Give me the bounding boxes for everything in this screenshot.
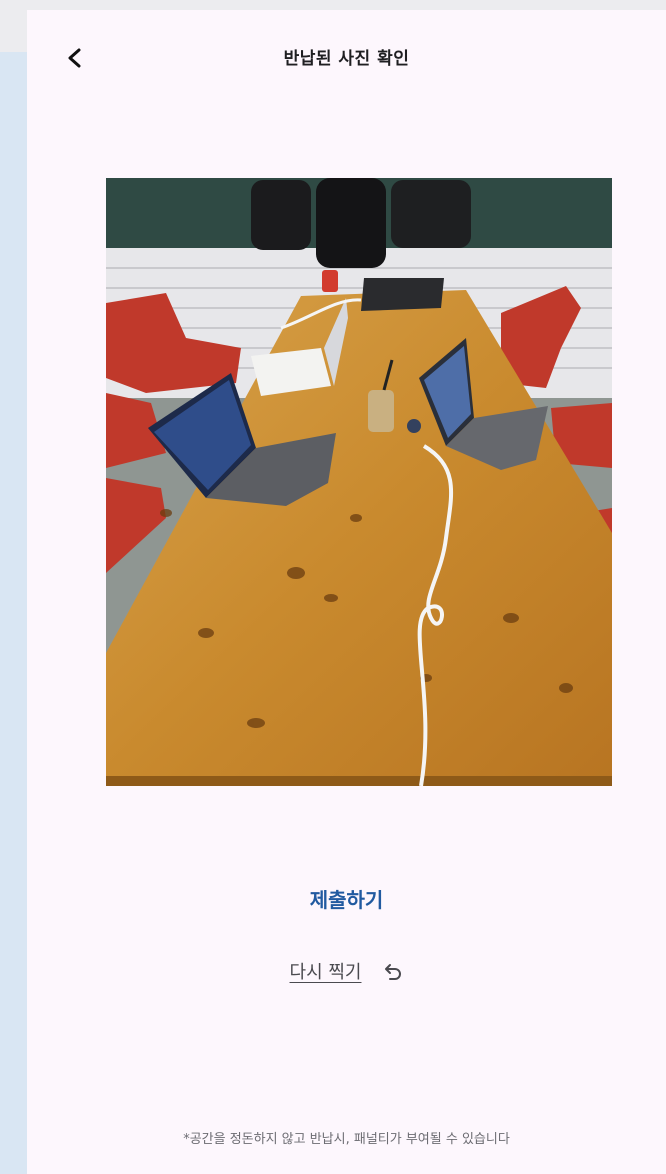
returned-photo	[106, 178, 612, 786]
returned-photo-image	[106, 178, 612, 786]
submit-button[interactable]: 제출하기	[27, 884, 666, 913]
photo-confirm-screen: 반납된 사진 확인 제출하기 다시 찍기 *공간을 정돈하지 않고 반납시, 패…	[27, 10, 666, 1174]
retake-label: 다시 찍기	[289, 962, 362, 983]
undo-arrow-icon	[385, 964, 402, 980]
penalty-notice: *공간을 정돈하지 않고 반납시, 패널티가 부여될 수 있습니다	[183, 1132, 510, 1147]
page-title: 반납된 사진 확인	[283, 49, 410, 69]
retake-button[interactable]: 다시 찍기	[27, 958, 666, 984]
